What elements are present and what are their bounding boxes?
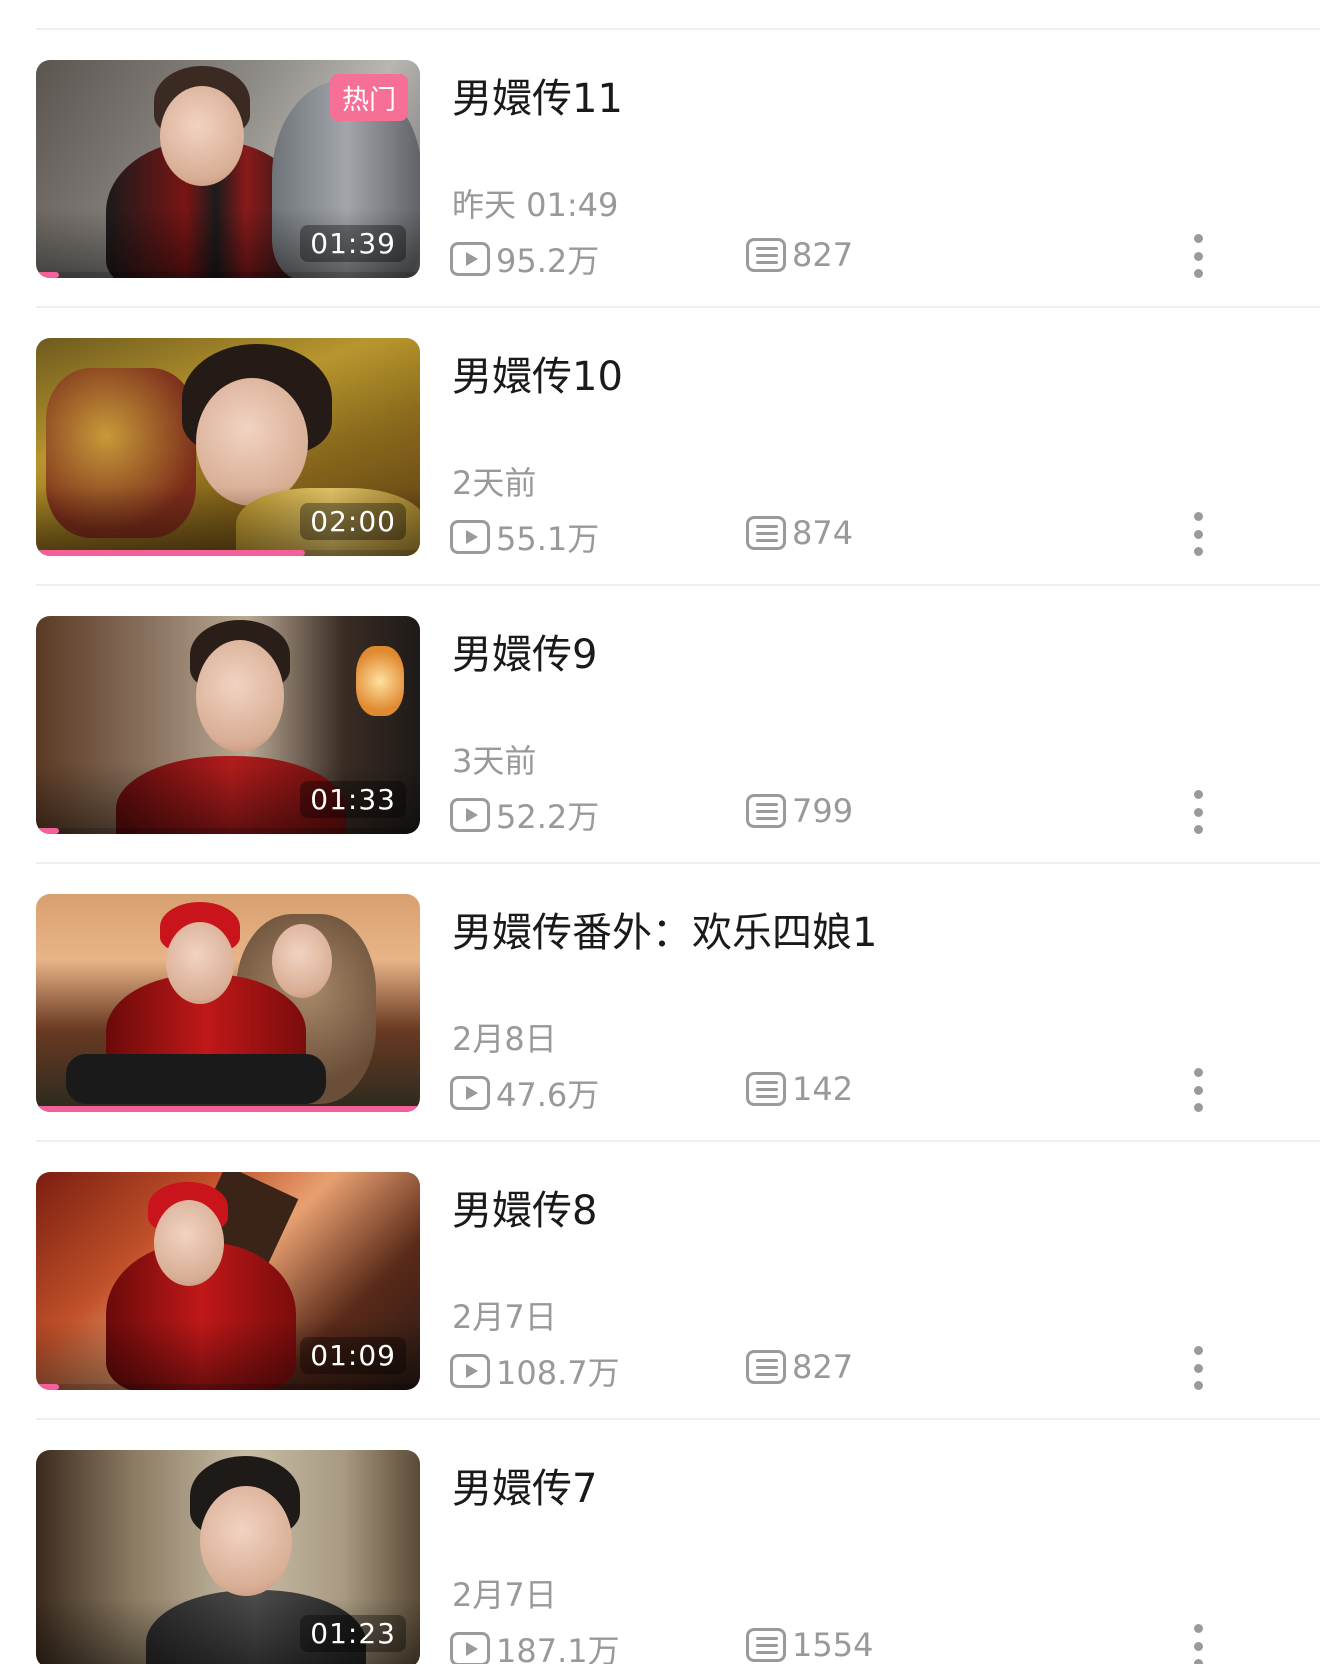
watch-progress-track [36, 1106, 420, 1112]
watch-progress-fill [36, 1106, 420, 1112]
more-vertical-icon[interactable] [1188, 1624, 1208, 1664]
video-duration: 02:00 [300, 503, 406, 540]
thumbnail-scene [36, 894, 420, 1112]
video-title[interactable]: 男嬛传番外：欢乐四娘1 [452, 900, 877, 958]
danmaku-icon [746, 1072, 786, 1106]
video-duration: 01:23 [300, 1615, 406, 1652]
danmaku-count-value: 874 [792, 514, 854, 552]
video-title[interactable]: 男嬛传10 [452, 344, 623, 402]
watch-progress-track [36, 1384, 420, 1390]
video-thumbnail[interactable]: 01:33 [36, 616, 420, 834]
danmaku-count: 827 [746, 236, 853, 274]
danmaku-count-value: 799 [792, 792, 854, 830]
view-count-value: 108.7万 [496, 1354, 620, 1392]
video-title[interactable]: 男嬛传11 [452, 66, 623, 124]
danmaku-count-value: 827 [792, 236, 854, 274]
play-icon [450, 798, 490, 832]
hot-badge: 热门 [330, 74, 408, 121]
view-count-value: 187.1万 [496, 1632, 620, 1664]
video-title[interactable]: 男嬛传9 [452, 622, 597, 680]
video-title[interactable]: 男嬛传8 [452, 1178, 597, 1236]
view-count: 108.7万 [450, 1348, 620, 1394]
video-item[interactable]: 热门 01:39 男嬛传11 昨天 01:49 95.2万 827 [0, 30, 1320, 308]
view-count-value: 52.2万 [496, 798, 600, 836]
watch-progress-fill [36, 1384, 60, 1390]
watch-progress-track [36, 550, 420, 556]
video-date: 2月8日 [452, 1020, 557, 1058]
danmaku-count: 799 [746, 792, 853, 830]
video-date: 2天前 [452, 464, 537, 502]
video-item[interactable]: 01:33 男嬛传9 3天前 52.2万 799 [0, 586, 1320, 864]
play-icon [450, 1076, 490, 1110]
video-list: 热门 01:39 男嬛传11 昨天 01:49 95.2万 827 02:00 … [0, 0, 1320, 1664]
video-thumbnail[interactable]: 01:09 [36, 1172, 420, 1390]
view-count: 187.1万 [450, 1626, 620, 1664]
view-count: 47.6万 [450, 1070, 599, 1116]
view-count-value: 95.2万 [496, 242, 600, 280]
danmaku-icon [746, 1350, 786, 1384]
video-date: 2月7日 [452, 1298, 557, 1336]
video-item[interactable]: 01:09 男嬛传8 2月7日 108.7万 827 [0, 1142, 1320, 1420]
play-icon [450, 1354, 490, 1388]
more-vertical-icon[interactable] [1188, 234, 1208, 278]
danmaku-icon [746, 238, 786, 272]
danmaku-count: 874 [746, 514, 853, 552]
danmaku-count-value: 142 [792, 1070, 854, 1108]
danmaku-icon [746, 794, 786, 828]
watch-progress-fill [36, 272, 60, 278]
video-item[interactable]: 01:23 男嬛传7 2月7日 187.1万 1554 [0, 1420, 1320, 1664]
more-vertical-icon[interactable] [1188, 1068, 1208, 1112]
danmaku-count: 1554 [746, 1626, 873, 1664]
view-count-value: 47.6万 [496, 1076, 600, 1114]
video-thumbnail[interactable]: 热门 01:39 [36, 60, 420, 278]
video-duration: 01:09 [300, 1337, 406, 1374]
watch-progress-fill [36, 550, 305, 556]
watch-progress-fill [36, 828, 60, 834]
view-count: 52.2万 [450, 792, 599, 838]
danmaku-count-value: 1554 [792, 1626, 874, 1664]
watch-progress-track [36, 828, 420, 834]
video-thumbnail[interactable] [36, 894, 420, 1112]
danmaku-count: 142 [746, 1070, 853, 1108]
more-vertical-icon[interactable] [1188, 790, 1208, 834]
danmaku-icon [746, 516, 786, 550]
more-vertical-icon[interactable] [1188, 1346, 1208, 1390]
more-vertical-icon[interactable] [1188, 512, 1208, 556]
video-duration: 01:33 [300, 781, 406, 818]
view-count: 55.1万 [450, 514, 599, 560]
video-date: 2月7日 [452, 1576, 557, 1614]
view-count: 95.2万 [450, 236, 599, 282]
video-thumbnail[interactable]: 02:00 [36, 338, 420, 556]
video-title[interactable]: 男嬛传7 [452, 1456, 597, 1514]
video-date: 3天前 [452, 742, 537, 780]
video-item[interactable]: 男嬛传番外：欢乐四娘1 2月8日 47.6万 142 [0, 864, 1320, 1142]
danmaku-icon [746, 1628, 786, 1662]
watch-progress-track [36, 272, 420, 278]
view-count-value: 55.1万 [496, 520, 600, 558]
video-thumbnail[interactable]: 01:23 [36, 1450, 420, 1664]
video-date: 昨天 01:49 [452, 186, 619, 224]
danmaku-count-value: 827 [792, 1348, 854, 1386]
play-icon [450, 1632, 490, 1664]
play-icon [450, 520, 490, 554]
video-item[interactable]: 02:00 男嬛传10 2天前 55.1万 874 [0, 308, 1320, 586]
play-icon [450, 242, 490, 276]
video-duration: 01:39 [300, 225, 406, 262]
danmaku-count: 827 [746, 1348, 853, 1386]
